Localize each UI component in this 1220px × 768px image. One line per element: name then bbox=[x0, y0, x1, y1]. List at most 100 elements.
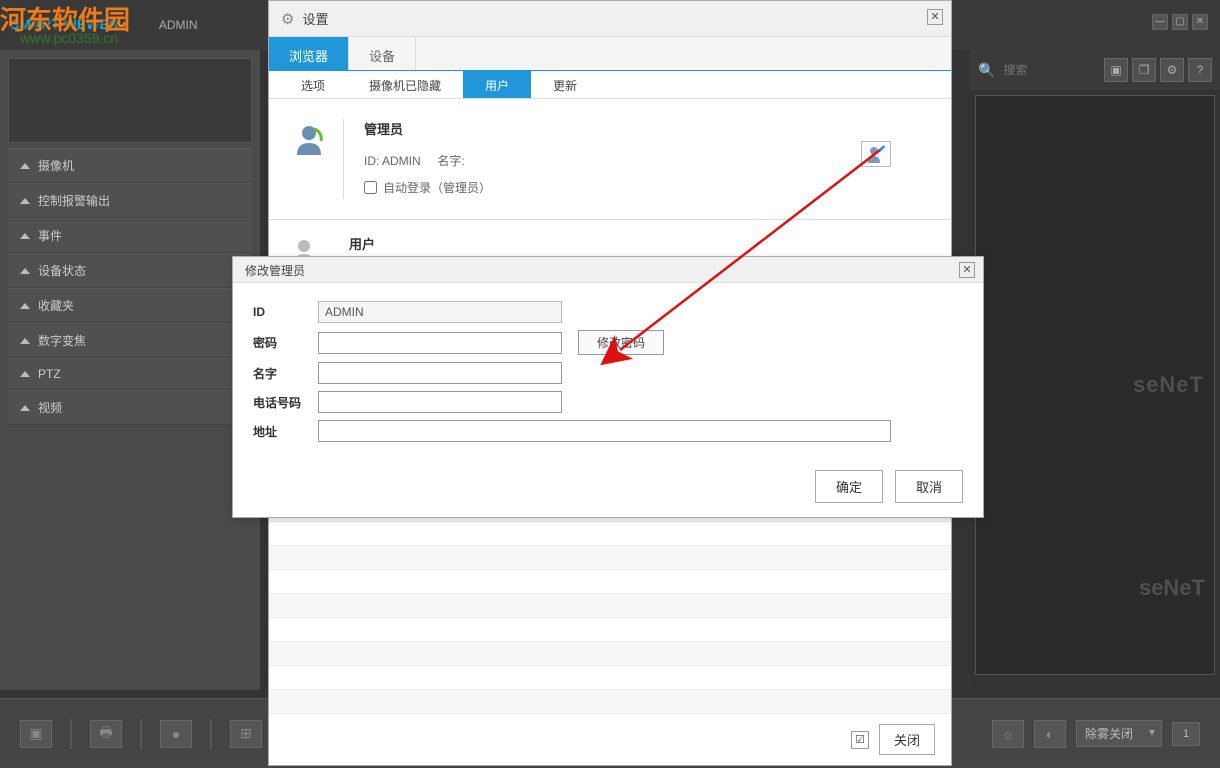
triangle-icon bbox=[20, 371, 30, 377]
password-field[interactable] bbox=[318, 332, 562, 354]
multi-icon[interactable]: ⊞ bbox=[230, 720, 262, 748]
sidebar-item-label: 事件 bbox=[38, 227, 62, 244]
sidebar-item-label: 控制报警输出 bbox=[38, 192, 110, 209]
right-panel: 🔍 ▣ ❐ ⚙ ? seNeT seNeT bbox=[970, 50, 1220, 690]
subtab-options[interactable]: 选项 bbox=[279, 71, 347, 98]
triangle-icon bbox=[20, 163, 30, 169]
admin-id-line: ID: ADMIN 名字: bbox=[364, 152, 931, 169]
subtab-hidden-camera[interactable]: 摄像机已隐藏 bbox=[347, 71, 463, 98]
brightness-icon[interactable]: ☼ bbox=[992, 720, 1024, 748]
sidebar-item-alarm[interactable]: 控制报警输出 bbox=[8, 183, 252, 218]
auto-login-checkbox[interactable]: 自动登录（管理员） bbox=[364, 179, 931, 196]
defog-dropdown[interactable]: 除雾关闭 bbox=[1076, 720, 1162, 747]
user-title: 用户 bbox=[349, 234, 375, 253]
address-label: 地址 bbox=[253, 423, 318, 440]
sidebar-item-label: 摄像机 bbox=[38, 157, 74, 174]
triangle-icon bbox=[20, 405, 30, 411]
phone-label: 电话号码 bbox=[253, 394, 318, 411]
sidebar-top-panel bbox=[8, 58, 252, 143]
triangle-icon bbox=[20, 303, 30, 309]
close-button[interactable]: 关闭 bbox=[879, 724, 935, 755]
triangle-icon bbox=[20, 198, 30, 204]
table-row bbox=[269, 570, 951, 594]
print-icon[interactable]: 🖶 bbox=[90, 720, 122, 748]
layout-icon[interactable]: ▣ bbox=[1104, 58, 1128, 82]
watermark-text: 河东软件园 bbox=[0, 0, 130, 37]
sub-tabs: 选项 摄像机已隐藏 用户 更新 bbox=[269, 71, 951, 99]
gear-icon: ⚙ bbox=[281, 10, 294, 28]
id-field bbox=[318, 301, 562, 323]
close-icon[interactable]: ✕ bbox=[1192, 14, 1208, 30]
close-icon[interactable]: ✕ bbox=[959, 262, 975, 278]
admin-icon bbox=[289, 119, 329, 159]
sidebar-item-ptz[interactable]: PTZ bbox=[8, 358, 252, 390]
sidebar-item-label: 数字变焦 bbox=[38, 332, 86, 349]
brand-text: seNeT bbox=[1133, 372, 1214, 398]
id-label: ID bbox=[253, 305, 318, 319]
sidebar-item-zoom[interactable]: 数字变焦 bbox=[8, 323, 252, 358]
address-field[interactable] bbox=[318, 420, 891, 442]
ok-button[interactable]: 确定 bbox=[815, 470, 883, 503]
record-icon[interactable]: ● bbox=[160, 720, 192, 748]
sidebar-item-label: PTZ bbox=[38, 367, 61, 381]
settings-titlebar: ⚙ 设置 ✕ bbox=[269, 1, 951, 37]
main-tabs: 浏览器 设备 bbox=[269, 37, 951, 71]
window-controls: — ▢ ✕ bbox=[1152, 14, 1208, 30]
close-icon[interactable]: ✕ bbox=[927, 9, 943, 25]
sidebar-list: 摄像机 控制报警输出 事件 设备状态 收藏夹 数字变焦 PTZ 视频 bbox=[8, 148, 252, 425]
tab-browser[interactable]: 浏览器 bbox=[269, 37, 349, 70]
table-row bbox=[269, 690, 951, 714]
modify-actions: 确定 取消 bbox=[815, 470, 963, 503]
help-icon[interactable]: ? bbox=[1188, 58, 1212, 82]
sidebar-item-label: 收藏夹 bbox=[38, 297, 74, 314]
current-user: ADMIN bbox=[159, 18, 198, 32]
search-input[interactable] bbox=[1003, 63, 1063, 77]
table-row bbox=[269, 522, 951, 546]
change-password-button[interactable]: 修改密码 bbox=[578, 330, 664, 355]
modify-admin-dialog: 修改管理员 ✕ ID 密码 修改密码 名字 电话号码 地址 确定 取消 bbox=[232, 256, 984, 518]
subtab-user[interactable]: 用户 bbox=[463, 71, 531, 98]
cancel-button[interactable]: 取消 bbox=[895, 470, 963, 503]
triangle-icon bbox=[20, 338, 30, 344]
admin-title: 管理员 bbox=[364, 119, 931, 138]
edit-admin-button[interactable] bbox=[861, 141, 891, 167]
copy-icon[interactable]: ❐ bbox=[1132, 58, 1156, 82]
password-label: 密码 bbox=[253, 334, 318, 351]
sidebar-item-event[interactable]: 事件 bbox=[8, 218, 252, 253]
page-number: 1 bbox=[1172, 722, 1200, 746]
table-row bbox=[269, 642, 951, 666]
table-row bbox=[269, 594, 951, 618]
auto-login-input[interactable] bbox=[364, 181, 377, 194]
sidebar-item-status[interactable]: 设备状态 bbox=[8, 253, 252, 288]
minimize-icon[interactable]: — bbox=[1152, 14, 1168, 30]
triangle-icon bbox=[20, 268, 30, 274]
contrast-icon[interactable]: ◐ bbox=[1034, 720, 1066, 748]
brand-text-2: seNeT bbox=[1139, 575, 1205, 601]
sidebar-item-camera[interactable]: 摄像机 bbox=[8, 148, 252, 183]
name-field[interactable] bbox=[318, 362, 562, 384]
sidebar-item-video[interactable]: 视频 bbox=[8, 390, 252, 425]
triangle-icon bbox=[20, 233, 30, 239]
table-row bbox=[269, 666, 951, 690]
table-row bbox=[269, 546, 951, 570]
name-label: 名字 bbox=[253, 365, 318, 382]
table-row bbox=[269, 618, 951, 642]
maximize-icon[interactable]: ▢ bbox=[1172, 14, 1188, 30]
left-sidebar: 摄像机 控制报警输出 事件 设备状态 收藏夹 数字变焦 PTZ 视频 bbox=[0, 50, 260, 690]
apply-checkbox-icon[interactable]: ☑ bbox=[851, 731, 869, 749]
sidebar-item-label: 设备状态 bbox=[38, 262, 86, 279]
sidebar-item-favorites[interactable]: 收藏夹 bbox=[8, 288, 252, 323]
sidebar-item-label: 视频 bbox=[38, 399, 62, 416]
settings-title: 设置 bbox=[302, 9, 328, 28]
right-topbar: 🔍 ▣ ❐ ⚙ ? bbox=[970, 50, 1220, 90]
phone-field[interactable] bbox=[318, 391, 562, 413]
modify-title-text: 修改管理员 bbox=[245, 264, 305, 278]
admin-section: 管理员 ID: ADMIN 名字: 自动登录（管理员） bbox=[269, 99, 951, 220]
camera-capture-icon[interactable]: ▣ bbox=[20, 720, 52, 748]
subtab-update[interactable]: 更新 bbox=[531, 71, 599, 98]
settings-gear-icon[interactable]: ⚙ bbox=[1160, 58, 1184, 82]
settings-bottom-actions: ☑ 关闭 bbox=[851, 724, 935, 755]
modify-titlebar: 修改管理员 ✕ bbox=[233, 257, 983, 283]
search-icon[interactable]: 🔍 bbox=[978, 62, 995, 79]
tab-device[interactable]: 设备 bbox=[349, 37, 416, 70]
